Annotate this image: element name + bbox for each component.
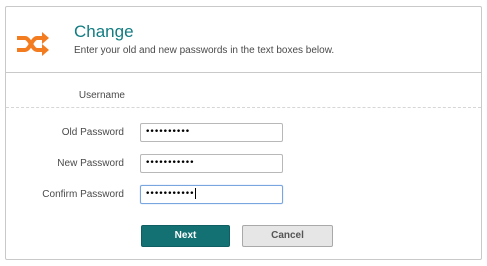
text-caret <box>194 188 196 199</box>
confirm-password-value: ••••••••••• <box>145 189 195 199</box>
page-subtitle: Enter your old and new passwords in the … <box>74 45 335 56</box>
confirm-password-field[interactable]: ••••••••••• <box>140 185 283 204</box>
old-password-field[interactable]: •••••••••• <box>140 123 283 142</box>
confirm-password-label: Confirm Password <box>42 189 124 200</box>
username-row: Username <box>6 73 481 108</box>
cancel-button[interactable]: Cancel <box>242 225 333 247</box>
new-password-label: New Password <box>57 158 124 169</box>
page-title: Change <box>74 22 134 41</box>
old-password-label: Old Password <box>61 127 124 138</box>
new-password-field[interactable]: ••••••••••• <box>140 154 283 173</box>
shuffle-icon <box>17 32 49 56</box>
next-button[interactable]: Next <box>141 225 230 247</box>
change-password-panel: Change Enter your old and new passwords … <box>5 6 482 260</box>
username-label: Username <box>78 90 125 101</box>
panel-header: Change Enter your old and new passwords … <box>6 7 481 73</box>
